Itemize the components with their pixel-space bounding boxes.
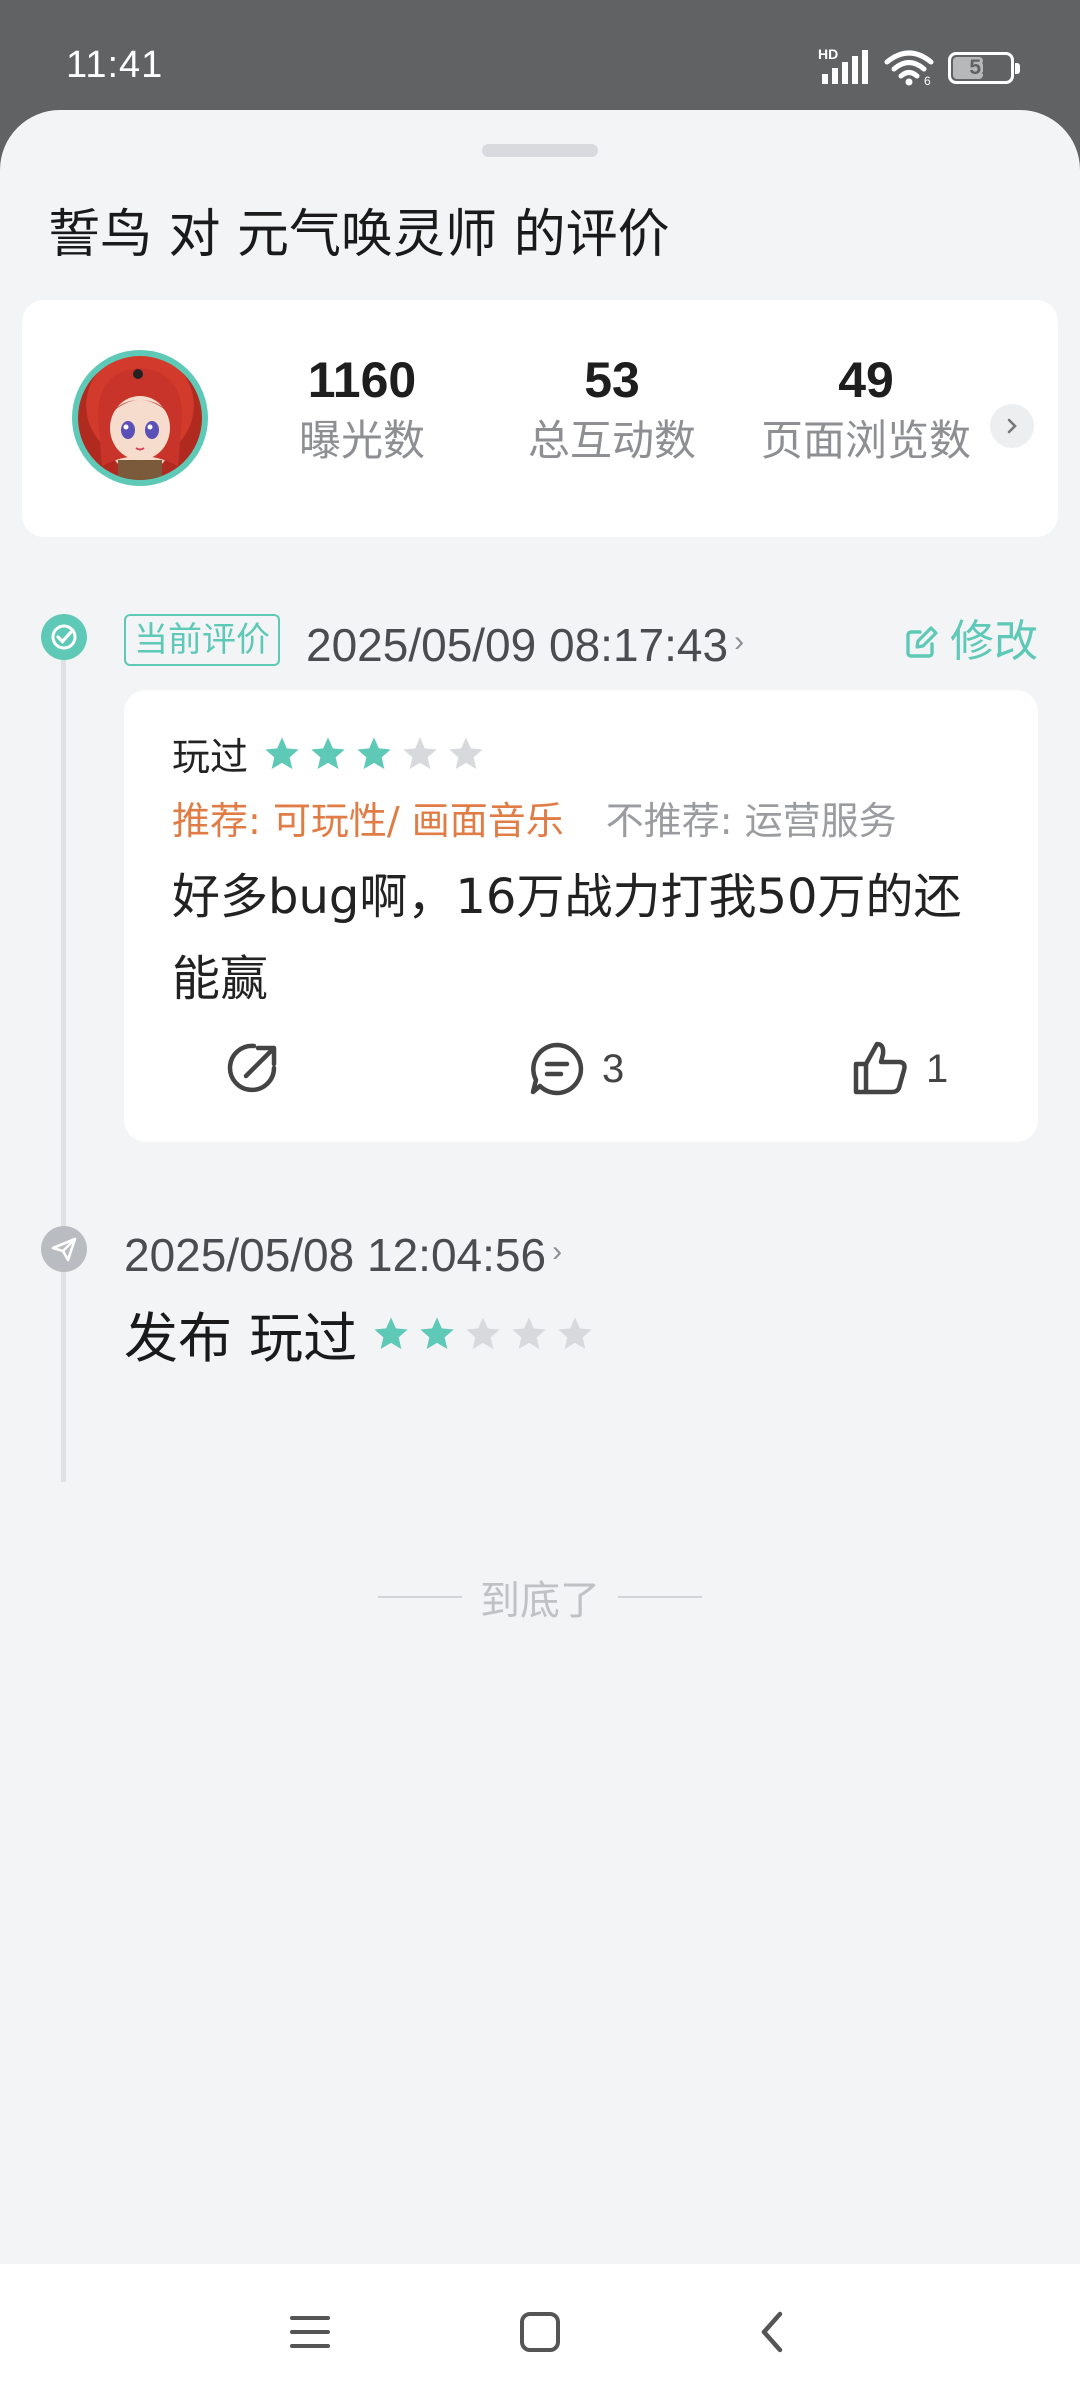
star-empty-icon bbox=[558, 1316, 592, 1349]
system-nav-bar bbox=[0, 2264, 1080, 2400]
edit-button[interactable]: 修改 bbox=[902, 614, 1038, 670]
wifi-icon: 6 bbox=[884, 50, 934, 86]
star-filled-icon bbox=[311, 736, 345, 769]
status-icons: HD 6 51 bbox=[818, 46, 1020, 88]
divider bbox=[378, 1596, 462, 1598]
star-filled-icon bbox=[420, 1316, 454, 1349]
review-actions: 3 1 bbox=[124, 1038, 1038, 1118]
page-title: 誓鸟 对 元气唤灵师 的评价 bbox=[48, 205, 670, 265]
menu-icon bbox=[290, 2316, 330, 2348]
divider bbox=[618, 1596, 702, 1598]
stat-page-views: 49 页面浏览数 bbox=[736, 348, 996, 470]
like-button[interactable]: 1 bbox=[850, 1038, 948, 1100]
recommend-tags: 推荐: 可玩性/ 画面音乐 bbox=[172, 799, 564, 843]
stat-label: 总互动数 bbox=[527, 416, 696, 465]
back-button[interactable] bbox=[740, 2300, 804, 2364]
stat-label: 页面浏览数 bbox=[760, 416, 971, 465]
stat-value: 49 bbox=[838, 352, 894, 408]
svg-text:6: 6 bbox=[924, 74, 931, 86]
check-circle-icon bbox=[41, 614, 87, 660]
star-empty-icon bbox=[449, 736, 483, 769]
avatar[interactable] bbox=[72, 350, 208, 486]
comment-button[interactable]: 3 bbox=[526, 1038, 624, 1100]
not-recommend-tags: 不推荐: 运营服务 bbox=[605, 799, 897, 843]
star-filled-icon bbox=[374, 1316, 408, 1349]
stat-exposure: 1160 曝光数 bbox=[272, 348, 452, 470]
chevron-right-icon: › bbox=[552, 1235, 563, 1268]
star-filled-icon bbox=[357, 736, 391, 769]
battery-level: 51 bbox=[969, 56, 993, 79]
current-review-badge: 当前评价 bbox=[124, 614, 280, 666]
timeline-line bbox=[61, 1270, 66, 1482]
rating-stars bbox=[371, 1314, 595, 1354]
star-filled-icon bbox=[265, 736, 299, 769]
played-label: 玩过 bbox=[172, 735, 249, 779]
drag-handle[interactable] bbox=[482, 144, 598, 157]
review-tags: 推荐: 可玩性/ 画面音乐 不推荐: 运营服务 bbox=[172, 790, 897, 845]
send-icon bbox=[41, 1226, 87, 1272]
review-history-sheet: 誓鸟 对 元气唤灵师 的评价 1160 曝光数 53 总互动数 49 页面浏览数… bbox=[0, 110, 1080, 2400]
thumbs-up-icon bbox=[853, 1041, 907, 1095]
share-icon bbox=[227, 1043, 277, 1093]
signal-icon: HD bbox=[818, 46, 870, 86]
edit-icon bbox=[906, 626, 938, 658]
back-icon bbox=[761, 2311, 783, 2353]
end-of-list: 到底了 bbox=[0, 1568, 1080, 1626]
review-datetime-text: 2025/05/09 08:17:43 bbox=[306, 619, 729, 671]
status-time: 11:41 bbox=[66, 44, 164, 86]
star-empty-icon bbox=[512, 1316, 546, 1349]
end-text: 到底了 bbox=[480, 1578, 600, 1624]
star-empty-icon bbox=[466, 1316, 500, 1349]
status-bar: 11:41 HD 6 51 bbox=[0, 0, 1080, 108]
battery-icon: 51 bbox=[948, 52, 1020, 84]
stat-interactions: 53 总互动数 bbox=[502, 348, 722, 470]
comment-count: 3 bbox=[602, 1046, 625, 1091]
publish-played-label: 发布 玩过 bbox=[124, 1307, 358, 1370]
stat-value: 1160 bbox=[307, 352, 417, 408]
home-button[interactable] bbox=[508, 2300, 572, 2364]
stat-label: 曝光数 bbox=[298, 416, 425, 465]
rating-stars bbox=[262, 734, 486, 774]
stat-value: 53 bbox=[584, 352, 640, 408]
menu-button[interactable] bbox=[278, 2300, 342, 2364]
chevron-right-icon[interactable] bbox=[990, 404, 1034, 448]
earlier-datetime-text: 2025/05/08 12:04:56 bbox=[124, 1229, 547, 1281]
earlier-review-summary: 发布 玩过 bbox=[124, 1294, 595, 1373]
edit-label: 修改 bbox=[950, 616, 1038, 667]
like-count: 1 bbox=[926, 1046, 949, 1091]
timeline-line bbox=[61, 650, 66, 1250]
stats-card[interactable]: 1160 曝光数 53 总互动数 49 页面浏览数 bbox=[22, 300, 1058, 537]
chevron-right-icon: › bbox=[734, 625, 745, 658]
home-icon bbox=[520, 2312, 560, 2352]
comment-icon bbox=[530, 1042, 584, 1096]
star-empty-icon bbox=[403, 736, 437, 769]
share-button[interactable] bbox=[222, 1038, 284, 1100]
review-datetime[interactable]: 2025/05/09 08:17:43 › bbox=[306, 614, 744, 673]
review-card[interactable]: 玩过 推荐: 可玩性/ 画面音乐 不推荐: 运营服务 好多bug啊，16万战力打我… bbox=[124, 690, 1038, 1142]
earlier-review-datetime[interactable]: 2025/05/08 12:04:56 › bbox=[124, 1224, 562, 1283]
review-text: 好多bug啊，16万战力打我50万的还能赢 bbox=[172, 869, 962, 1007]
